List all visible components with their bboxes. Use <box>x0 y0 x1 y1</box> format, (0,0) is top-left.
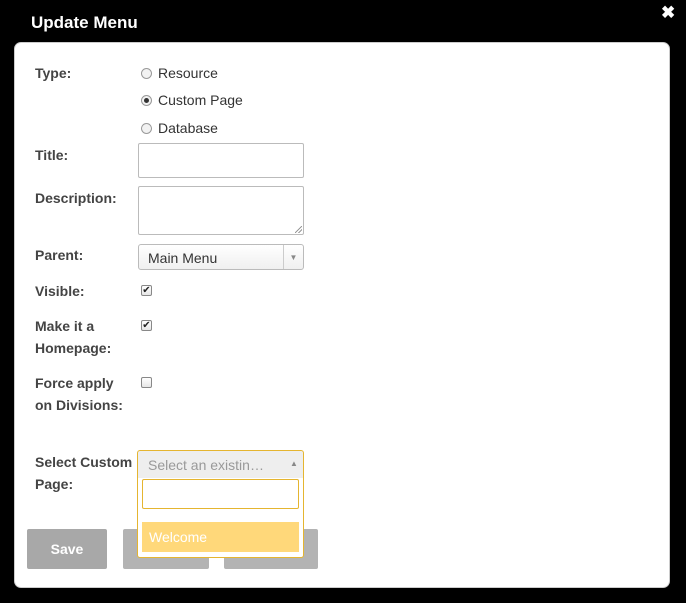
custom-page-label: Select Custom Page: <box>35 454 133 492</box>
custom-page-search-input[interactable] <box>142 479 299 509</box>
title-label: Title: <box>35 147 69 163</box>
homepage-label: Make it a Homepage: <box>35 318 112 356</box>
visible-label: Visible: <box>35 283 85 299</box>
radio-resource-circle[interactable] <box>141 67 152 79</box>
visible-checkbox[interactable]: ✔ <box>141 285 152 296</box>
radio-database-label: Database <box>158 120 218 136</box>
type-label: Type: <box>35 65 72 81</box>
custom-page-placeholder: Select an existin… <box>148 457 264 473</box>
title-input[interactable] <box>138 143 304 178</box>
description-label: Description: <box>35 190 117 206</box>
option-welcome[interactable]: Welcome <box>142 522 299 552</box>
homepage-checkbox[interactable]: ✔ <box>141 320 152 331</box>
radio-resource[interactable]: Resource <box>141 64 218 82</box>
custom-page-dropdown: Welcome <box>137 478 304 558</box>
radio-custom-page-circle[interactable] <box>141 94 152 106</box>
radio-custom-page-label: Custom Page <box>158 92 243 108</box>
custom-page-select[interactable]: Select an existin… ▲ Welcome <box>137 450 304 558</box>
resize-grip-icon[interactable] <box>295 226 302 233</box>
parent-select[interactable]: Main Menu ▼ <box>138 244 304 270</box>
radio-resource-label: Resource <box>158 65 218 81</box>
custom-page-select-head[interactable]: Select an existin… ▲ <box>137 450 304 478</box>
radio-database-circle[interactable] <box>141 122 152 134</box>
radio-database[interactable]: Database <box>141 119 218 137</box>
description-textarea[interactable] <box>138 186 304 235</box>
close-icon[interactable]: ✖ <box>661 3 675 23</box>
force-apply-label: Force apply on Divisions: <box>35 375 123 413</box>
chevron-down-icon[interactable]: ▼ <box>283 245 303 269</box>
parent-select-value: Main Menu <box>148 250 218 266</box>
chevron-up-icon[interactable]: ▲ <box>288 458 300 470</box>
radio-custom-page[interactable]: Custom Page <box>141 91 243 109</box>
dialog-panel: Type: Resource Custom Page Database Titl… <box>14 42 670 588</box>
force-apply-checkbox[interactable] <box>141 377 152 388</box>
dialog-title: Update Menu <box>31 13 138 32</box>
save-button[interactable]: Save <box>27 529 107 569</box>
parent-label: Parent: <box>35 247 84 263</box>
